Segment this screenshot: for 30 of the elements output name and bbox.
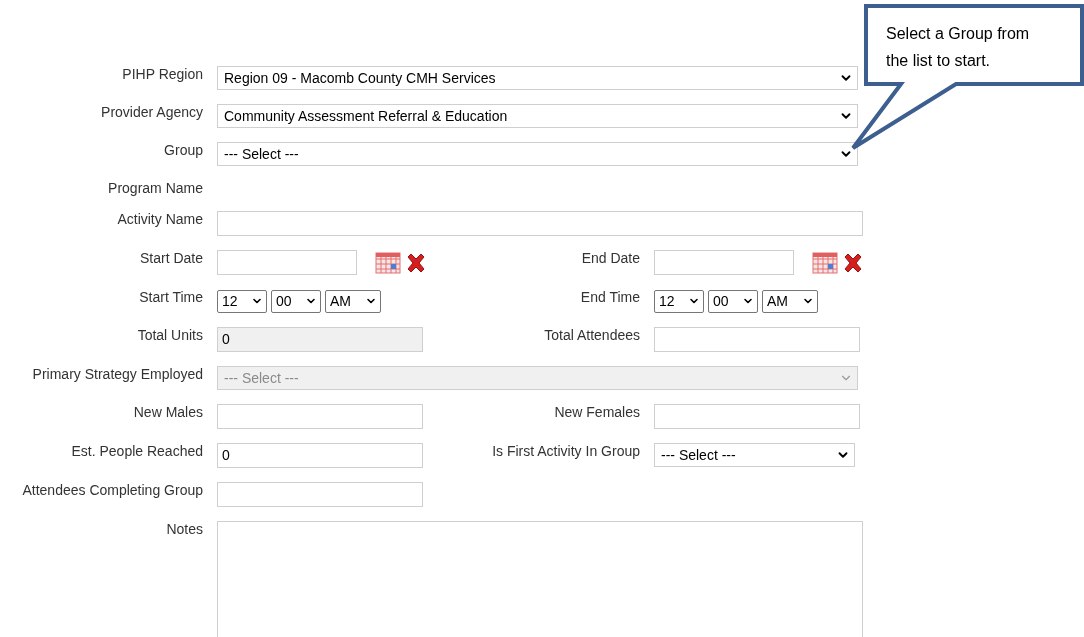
callout-text: Select a Group from the list to start. <box>886 24 1031 71</box>
field-label: Program Name <box>107 180 203 197</box>
field-label: New Females <box>553 404 640 421</box>
field-label: Provider Agency <box>100 104 203 121</box>
time-dropdown[interactable]: 12 <box>217 289 267 313</box>
field-label: Group <box>163 142 203 159</box>
dropdown[interactable]: Region 09 - Macomb County CMH Services <box>217 66 858 90</box>
time-dropdown[interactable]: 12 <box>654 289 704 313</box>
field-label: New Males <box>132 404 203 421</box>
time-dropdown[interactable]: 00 <box>708 289 758 313</box>
field-label: Is First Activity In Group <box>491 443 640 460</box>
dropdown[interactable]: --- Select --- <box>217 142 858 166</box>
input-field[interactable]: 0 <box>217 443 423 468</box>
field-label: Notes <box>165 521 203 538</box>
field-label: Total Units <box>136 327 203 344</box>
field-label: Attendees Completing Group <box>21 482 203 499</box>
time-dropdown[interactable]: 00 <box>271 289 321 313</box>
field-label: End Date <box>580 250 640 267</box>
field-label: Start Time <box>138 289 203 306</box>
time-dropdown[interactable]: AM <box>325 289 381 313</box>
field-label: Total Attendees <box>543 327 640 344</box>
field-label: PIHP Region <box>121 66 203 83</box>
field-label: End Time <box>579 289 640 306</box>
time-dropdown[interactable]: AM <box>762 289 818 313</box>
dropdown[interactable]: Community Assessment Referral & Education <box>217 104 858 128</box>
field-label: Activity Name <box>116 211 203 228</box>
field-label: Primary Strategy Employed <box>31 366 203 383</box>
dropdown[interactable]: --- Select --- <box>654 443 855 467</box>
field-label: Est. People Reached <box>70 443 203 460</box>
field-label: Start Date <box>138 250 203 267</box>
